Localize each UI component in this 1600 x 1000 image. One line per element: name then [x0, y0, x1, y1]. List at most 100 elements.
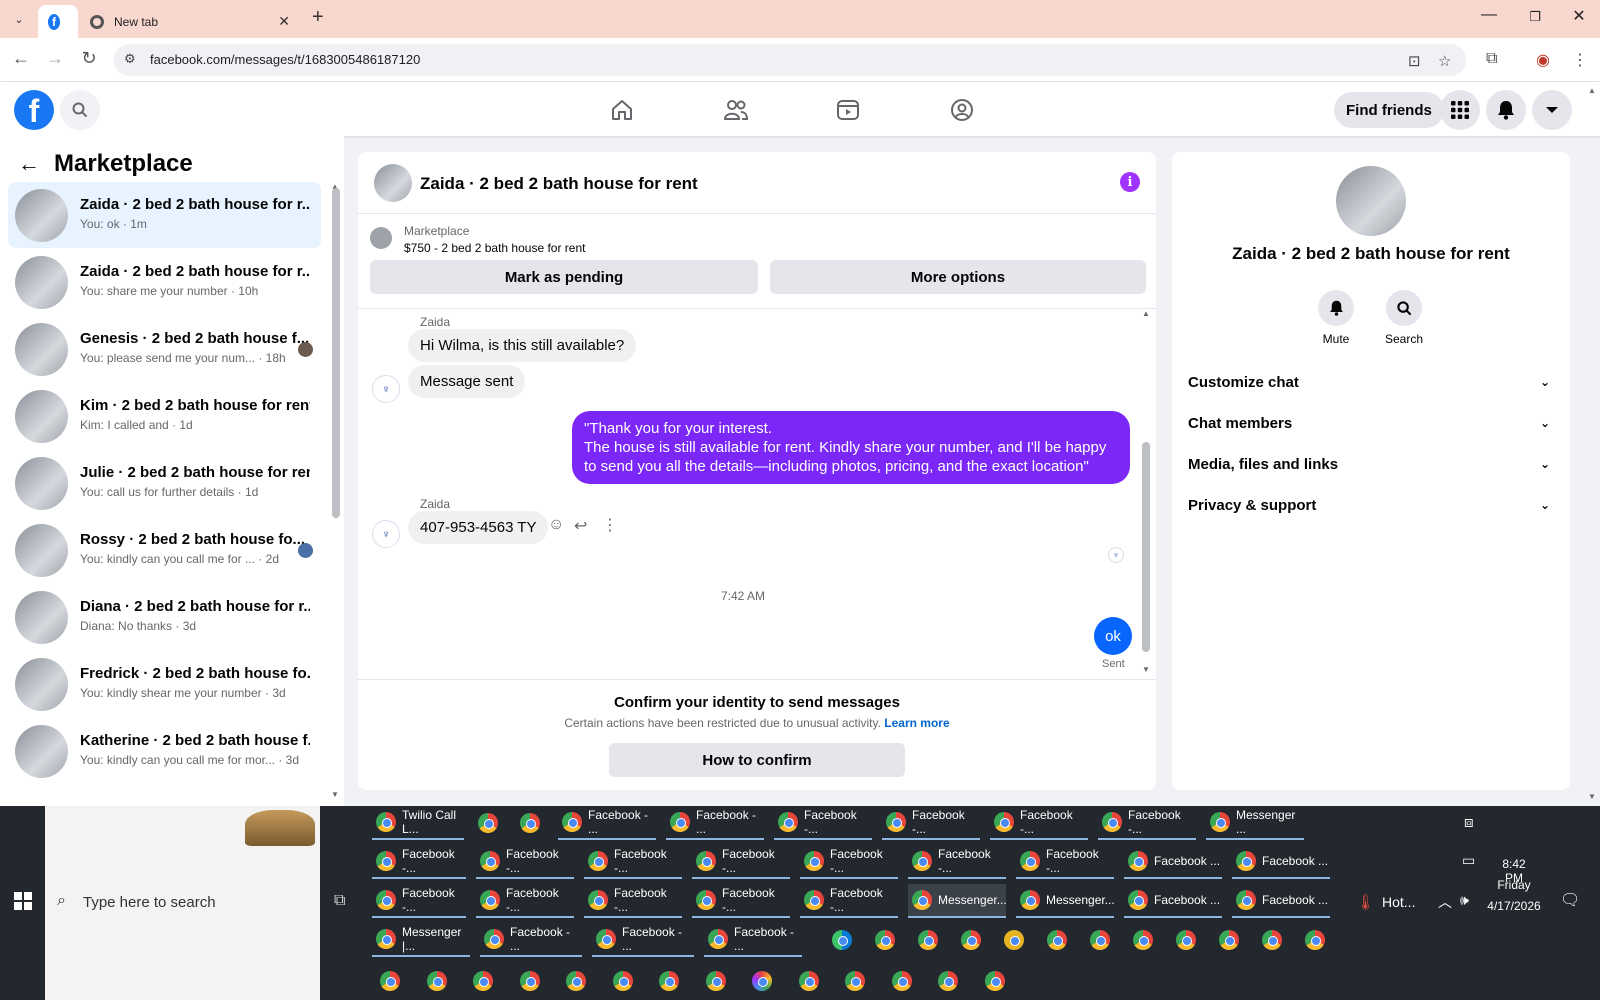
taskbar-chrome-window[interactable]	[795, 964, 829, 998]
taskbar-chrome-window[interactable]: Facebook -...	[372, 884, 466, 918]
taskbar-chrome-window[interactable]: Facebook ...	[1124, 884, 1222, 918]
taskbar-chrome-window[interactable]: Facebook -...	[476, 845, 574, 879]
back-arrow-icon[interactable]: ←	[9, 48, 33, 69]
tab-search-dropdown[interactable]: ⌄	[8, 8, 30, 30]
listing-thumbnail[interactable]	[370, 227, 392, 249]
taskbar-chrome-window[interactable]	[562, 964, 596, 998]
taskbar-chrome-window[interactable]: Facebook -...	[476, 884, 574, 918]
volume-icon[interactable]: 🕪	[1460, 892, 1469, 909]
listing-title[interactable]: $750 - 2 bed 2 bath house for rent	[404, 241, 585, 255]
tab-facebook[interactable]: f	[38, 5, 78, 38]
received-message[interactable]: 407-953-4563 TY	[408, 511, 549, 544]
conversation-item[interactable]: Zaida · 2 bed 2 bath house for r... You: …	[8, 249, 321, 315]
bookmark-star-icon[interactable]: ☆	[1438, 52, 1451, 70]
taskbar-chrome-window[interactable]	[934, 964, 968, 998]
taskbar-chrome-window[interactable]: Facebook -...	[800, 884, 898, 918]
notifications-bell-icon[interactable]	[1486, 90, 1526, 130]
chat-avatar[interactable]	[374, 164, 412, 202]
sender-avatar[interactable]: ♆	[372, 520, 400, 548]
taskbar-chrome-window[interactable]: Facebook -...	[774, 806, 872, 840]
taskbar-chrome-window[interactable]	[1215, 923, 1249, 957]
react-emoji-icon[interactable]: ☺	[548, 516, 564, 534]
conversation-item[interactable]: Katherine · 2 bed 2 bath house f... You: …	[8, 718, 321, 784]
taskbar-chrome-window[interactable]: Facebook -...	[692, 845, 790, 879]
taskbar-chrome-window[interactable]	[1258, 923, 1292, 957]
conversation-item[interactable]: Genesis · 2 bed 2 bath house f... You: pl…	[8, 316, 321, 382]
taskbar-chrome-window[interactable]	[981, 964, 1015, 998]
taskbar-chrome-window[interactable]	[516, 806, 548, 840]
taskbar-chrome-window[interactable]: Messenger |...	[372, 923, 470, 957]
new-tab-button[interactable]: +	[312, 6, 324, 29]
tab-new-tab[interactable]: New tab ✕	[80, 5, 300, 38]
taskbar-chrome-window[interactable]: Facebook -...	[1098, 806, 1196, 840]
taskbar-chrome-window[interactable]: Facebook -...	[584, 884, 682, 918]
site-info-icon[interactable]: ⚙	[124, 51, 136, 67]
more-options-button[interactable]: More options	[770, 260, 1146, 294]
task-view-icon[interactable]: ⧉	[334, 892, 345, 910]
notification-center-icon[interactable]: 🗨	[1560, 890, 1580, 910]
clock-day[interactable]: Friday	[1494, 878, 1534, 892]
taskbar-edge-icon[interactable]	[828, 923, 862, 957]
taskbar-chrome-window[interactable]: Facebook -...	[800, 845, 898, 879]
taskbar-chrome-window[interactable]	[655, 964, 689, 998]
taskbar-chrome-window[interactable]	[957, 923, 991, 957]
taskbar-chrome-window[interactable]	[841, 964, 875, 998]
taskbar-chrome-window[interactable]	[1129, 923, 1163, 957]
taskbar-search-box[interactable]: ⌕ Type here to search	[45, 806, 320, 1000]
taskbar-photos-icon[interactable]	[748, 964, 782, 998]
taskbar-chrome-window[interactable]: Facebook ...	[1232, 845, 1330, 879]
meet-now-icon[interactable]: ⧈	[1464, 814, 1474, 831]
desktop-icon[interactable]: ▭	[1462, 852, 1475, 869]
taskbar-chrome-window[interactable]: Facebook - ...	[592, 923, 694, 957]
browser-menu-icon[interactable]: ⋮	[1572, 50, 1588, 70]
taskbar-chrome-window[interactable]: Facebook -...	[372, 845, 466, 879]
facebook-logo-icon[interactable]: f	[14, 90, 54, 130]
chat-members-row[interactable]: Chat members ⌄	[1186, 403, 1556, 443]
install-app-icon[interactable]: ⊡	[1408, 52, 1421, 70]
clock-date[interactable]: 4/17/2026	[1484, 899, 1544, 913]
taskbar-chrome-window[interactable]: Facebook ...	[1232, 884, 1330, 918]
conversation-item[interactable]: Zaida · 2 bed 2 bath house for r... You: …	[8, 182, 321, 248]
forward-arrow-icon[interactable]: →	[43, 48, 67, 69]
customize-chat-row[interactable]: Customize chat ⌄	[1186, 362, 1556, 402]
taskbar-chrome-window[interactable]: Facebook -...	[908, 845, 1006, 879]
home-nav-icon[interactable]	[606, 94, 638, 126]
search-chat-button[interactable]: Search	[1374, 290, 1434, 346]
address-bar[interactable]: ⚙ facebook.com/messages/t/16830054861871…	[114, 44, 1466, 76]
extensions-icon[interactable]: ⧉	[1486, 50, 1497, 68]
sender-avatar[interactable]: ♆	[372, 375, 400, 403]
taskbar-chrome-window[interactable]	[914, 923, 948, 957]
reply-icon[interactable]: ↩	[574, 516, 587, 536]
chat-title[interactable]: Zaida · 2 bed 2 bath house for rent	[420, 174, 698, 194]
page-scroll-up-icon[interactable]: ▲	[1588, 86, 1596, 95]
taskbar-chrome-window[interactable]: Facebook ...	[1124, 845, 1222, 879]
scroll-down-arrow-icon[interactable]: ▼	[1142, 665, 1150, 674]
more-actions-icon[interactable]: ⋮	[602, 515, 618, 535]
how-to-confirm-button[interactable]: How to confirm	[609, 743, 905, 777]
conversation-item[interactable]: Fredrick · 2 bed 2 bath house fo... You: …	[8, 651, 321, 717]
message-thread-scrollbar[interactable]	[1142, 442, 1150, 652]
conversation-item[interactable]: Rossy · 2 bed 2 bath house fo... You: kin…	[8, 517, 321, 583]
find-friends-button[interactable]: Find friends	[1334, 92, 1444, 128]
groups-nav-icon[interactable]	[946, 94, 978, 126]
taskbar-chrome-window[interactable]	[702, 964, 736, 998]
taskbar-chrome-window[interactable]	[609, 964, 643, 998]
taskbar-chrome-window[interactable]	[423, 964, 457, 998]
received-message[interactable]: Hi Wilma, is this still available?	[408, 329, 637, 362]
taskbar-chrome-window[interactable]: Facebook - ...	[558, 806, 656, 840]
taskbar-chrome-window[interactable]	[1301, 923, 1335, 957]
info-icon[interactable]: i	[1120, 172, 1140, 192]
conversation-item[interactable]: Kim · 2 bed 2 bath house for rent Kim: I …	[8, 383, 321, 449]
profile-icon[interactable]: ◉	[1536, 50, 1550, 70]
mute-button[interactable]: Mute	[1306, 290, 1366, 346]
menu-grid-icon[interactable]	[1440, 90, 1480, 130]
scroll-up-arrow-icon[interactable]: ▲	[1142, 309, 1150, 318]
taskbar-chrome-window[interactable]: Facebook - ...	[666, 806, 764, 840]
taskbar-chrome-window[interactable]	[1043, 923, 1077, 957]
taskbar-chrome-window[interactable]	[1172, 923, 1206, 957]
windows-start-icon[interactable]	[14, 892, 32, 910]
chevron-up-icon[interactable]: ︿	[1438, 892, 1452, 912]
taskbar-chrome-window[interactable]	[888, 964, 922, 998]
taskbar-chrome-window[interactable]: Facebook -...	[990, 806, 1088, 840]
chat-details-avatar[interactable]	[1336, 166, 1406, 236]
